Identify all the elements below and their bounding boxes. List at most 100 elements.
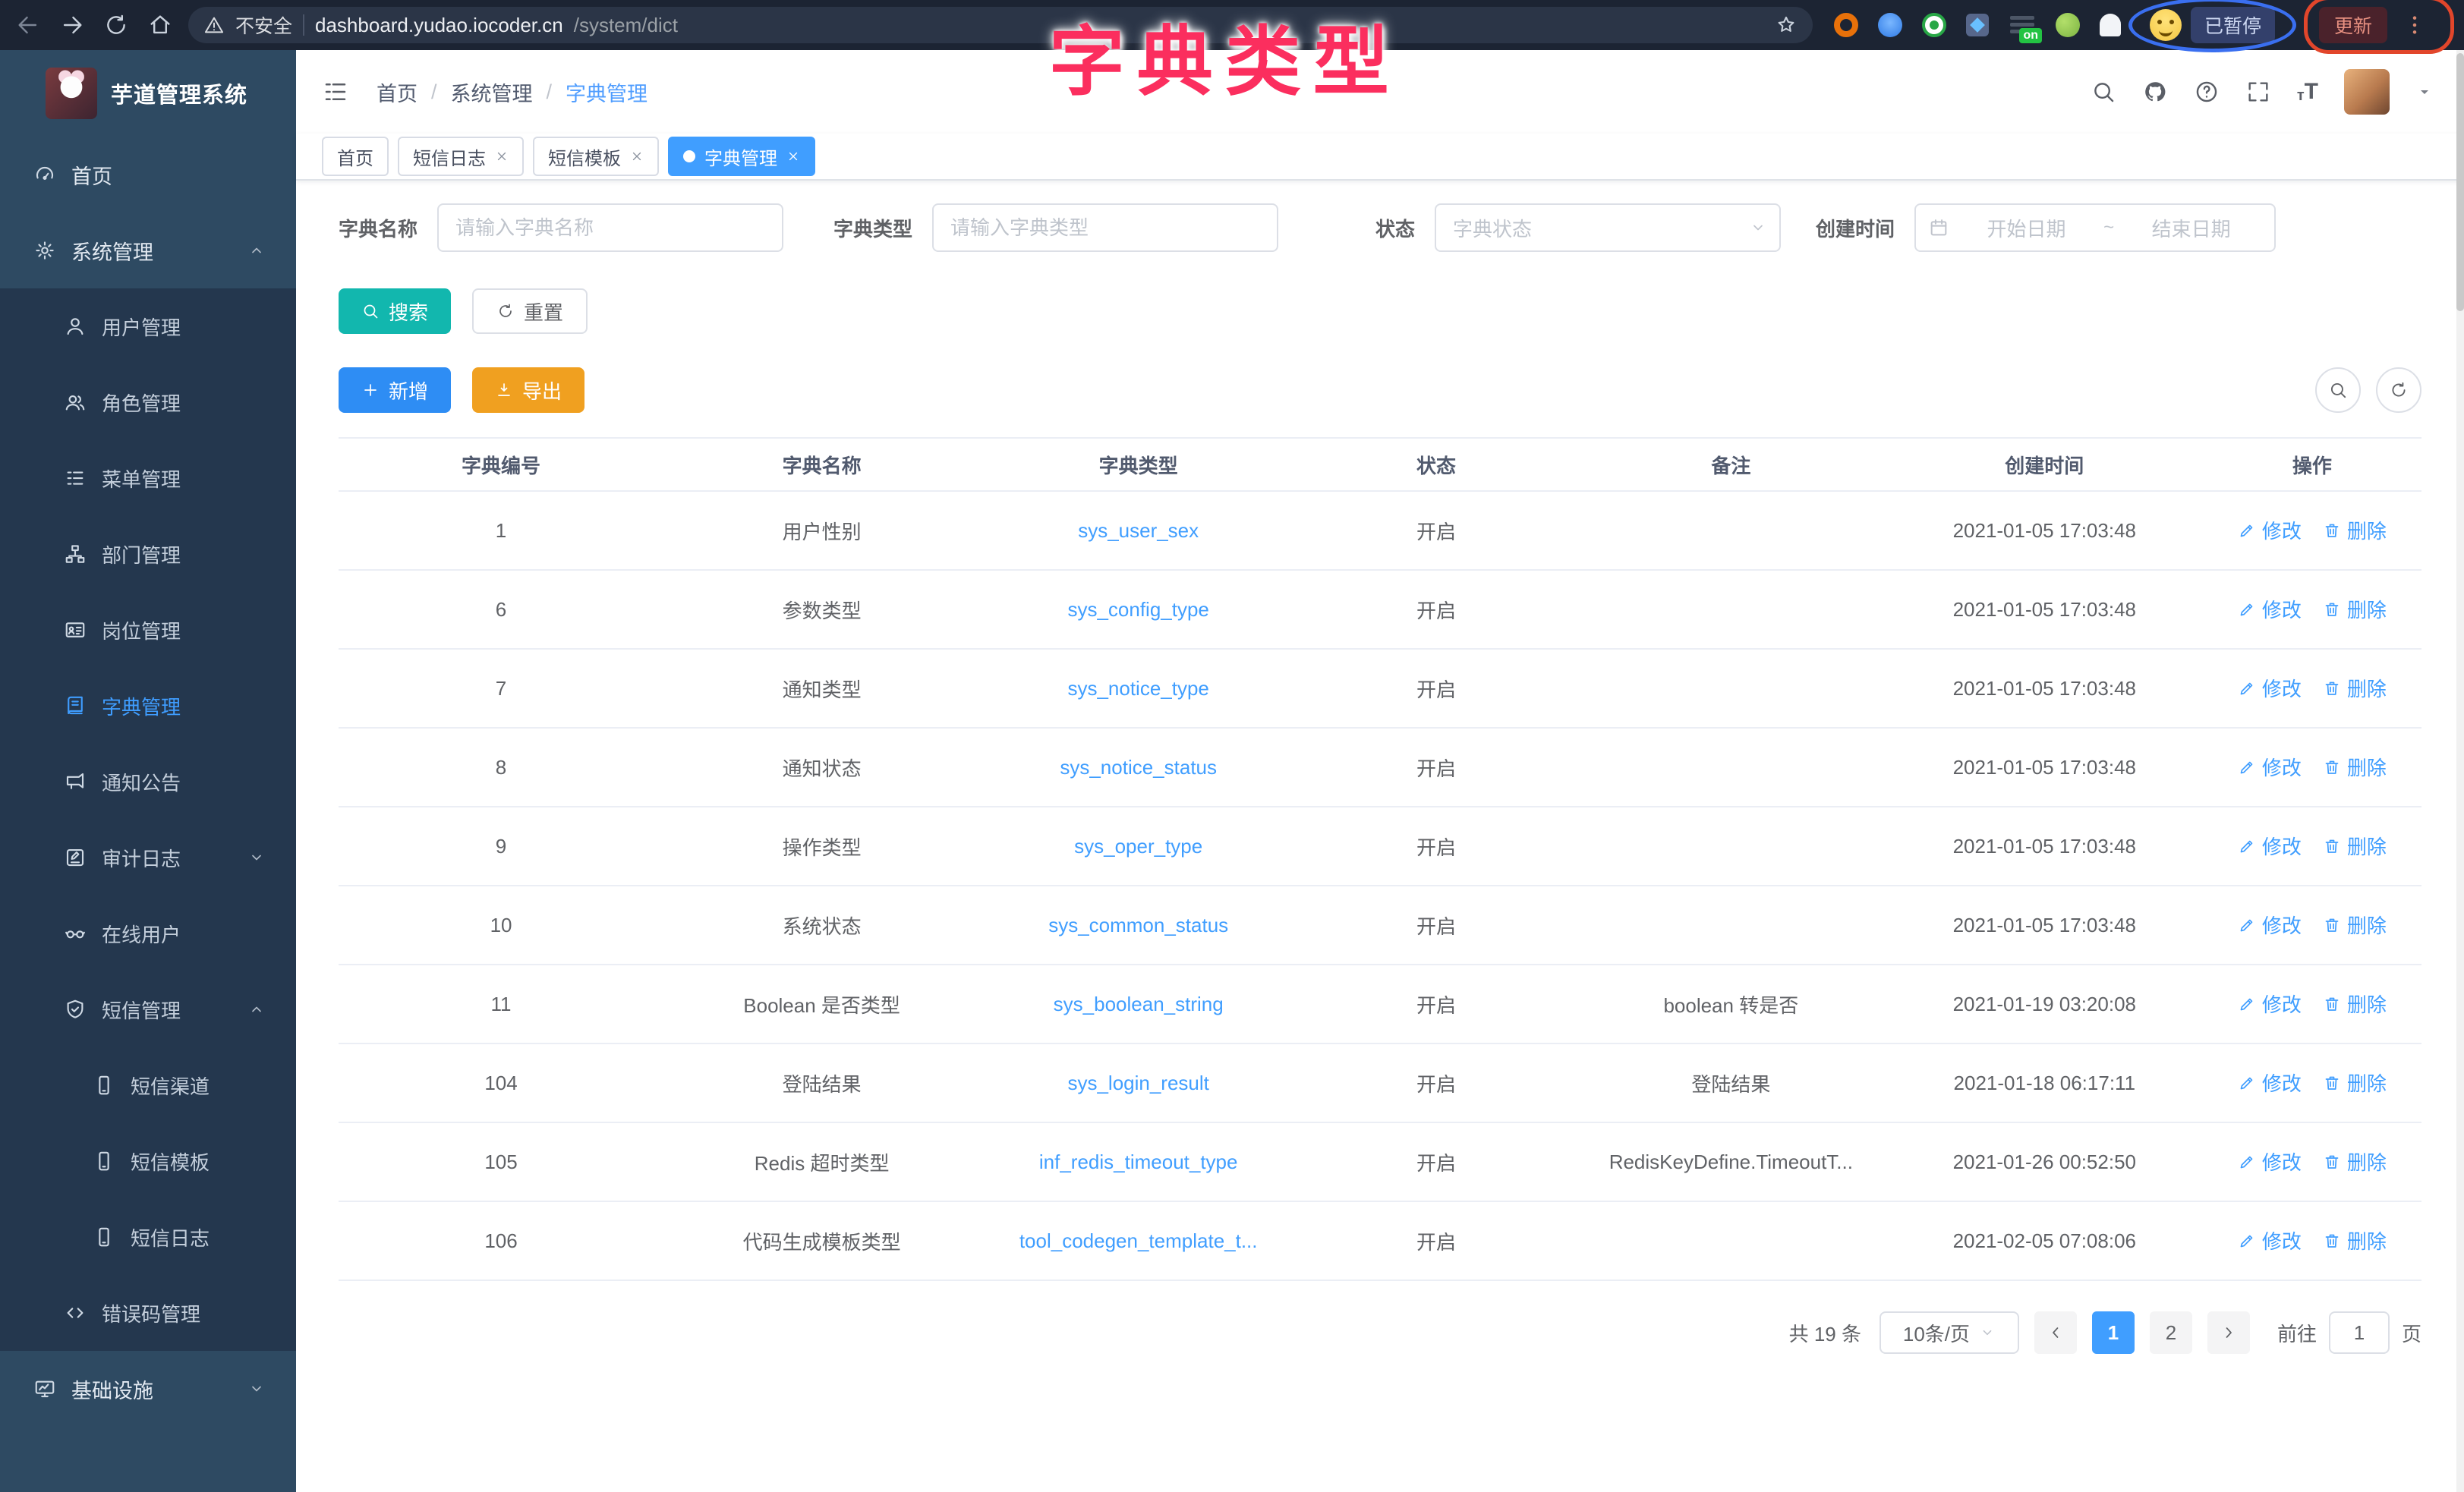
breadcrumb-item[interactable]: 首页: [377, 77, 417, 107]
annotation-title: 字典类型: [1049, 0, 1401, 110]
bookmark-star-icon[interactable]: [1775, 14, 1798, 36]
edit-link[interactable]: 修改: [2238, 753, 2302, 781]
sidebar-item-菜单管理[interactable]: 菜单管理: [0, 440, 296, 516]
show-search-button[interactable]: [2315, 367, 2361, 413]
extension-ghost-icon[interactable]: [2100, 14, 2121, 36]
edit-link[interactable]: 修改: [2238, 516, 2302, 544]
delete-link[interactable]: 删除: [2323, 753, 2387, 781]
breadcrumb-item[interactable]: 系统管理: [451, 77, 533, 107]
edit-link[interactable]: 修改: [2238, 674, 2302, 702]
update-button[interactable]: 更新: [2319, 7, 2387, 43]
search-icon[interactable]: [2091, 79, 2116, 105]
goto-page-input[interactable]: [2329, 1311, 2390, 1354]
prev-page-button[interactable]: [2034, 1311, 2077, 1354]
reset-button[interactable]: 重置: [472, 288, 588, 334]
tab-短信日志[interactable]: 短信日志: [398, 137, 524, 176]
edit-link[interactable]: 修改: [2238, 595, 2302, 623]
delete-link[interactable]: 删除: [2323, 832, 2387, 860]
edit-link[interactable]: 修改: [2238, 1147, 2302, 1176]
fullscreen-icon[interactable]: [2245, 79, 2271, 105]
sidebar-item-字典管理[interactable]: 字典管理: [0, 668, 296, 744]
next-page-button[interactable]: [2207, 1311, 2250, 1354]
edit-link[interactable]: 修改: [2238, 1226, 2302, 1254]
dict-type-link[interactable]: sys_config_type: [1067, 598, 1208, 621]
delete-link[interactable]: 删除: [2323, 911, 2387, 939]
dict-type-link[interactable]: sys_oper_type: [1074, 835, 1202, 858]
extension-orange-icon[interactable]: [1834, 13, 1858, 37]
edit-link[interactable]: 修改: [2238, 911, 2302, 939]
date-range-picker[interactable]: 开始日期 ~ 结束日期: [1914, 203, 2276, 252]
reload-icon[interactable]: [103, 12, 129, 38]
dict-name-input[interactable]: [437, 203, 783, 252]
sidebar-item-基础设施[interactable]: 基础设施: [0, 1351, 296, 1427]
page-size-select[interactable]: 10条/页: [1880, 1311, 2019, 1354]
dict-type-input[interactable]: [932, 203, 1278, 252]
delete-link[interactable]: 删除: [2323, 1147, 2387, 1176]
extension-leaf-icon[interactable]: [2056, 13, 2080, 37]
sidebar-item-通知公告[interactable]: 通知公告: [0, 744, 296, 820]
delete-link[interactable]: 删除: [2323, 674, 2387, 702]
sidebar-toggle-icon[interactable]: [322, 78, 349, 105]
tab-短信模板[interactable]: 短信模板: [533, 137, 659, 176]
profile-paused-badge[interactable]: 已暂停: [2141, 4, 2284, 46]
extension-notes-icon[interactable]: [1966, 14, 1989, 36]
font-size-icon[interactable]: тT: [2297, 80, 2318, 103]
extension-green-circle-icon[interactable]: [1922, 13, 1946, 37]
extension-vpn-icon[interactable]: on: [2009, 13, 2036, 37]
sidebar-item-短信渠道[interactable]: 短信渠道: [0, 1047, 296, 1123]
delete-link[interactable]: 删除: [2323, 516, 2387, 544]
export-button[interactable]: 导出: [472, 367, 584, 413]
user-avatar[interactable]: [2344, 69, 2390, 115]
sidebar-item-短信管理[interactable]: 短信管理: [0, 971, 296, 1047]
edit-link[interactable]: 修改: [2238, 1069, 2302, 1097]
avatar-caret-down-icon[interactable]: [2415, 83, 2434, 101]
sidebar-item-首页[interactable]: 首页: [0, 137, 296, 212]
dict-type-link[interactable]: inf_redis_timeout_type: [1039, 1150, 1238, 1173]
dict-type-link[interactable]: sys_notice_status: [1060, 756, 1217, 779]
refresh-table-button[interactable]: [2376, 367, 2421, 413]
status-select[interactable]: 字典状态: [1435, 203, 1781, 252]
help-icon[interactable]: [2194, 79, 2220, 105]
close-icon[interactable]: [495, 150, 509, 163]
page-button-1[interactable]: 1: [2092, 1311, 2135, 1354]
edit-link[interactable]: 修改: [2238, 990, 2302, 1018]
sidebar-item-角色管理[interactable]: 角色管理: [0, 364, 296, 440]
sidebar-item-审计日志[interactable]: 审计日志: [0, 820, 296, 896]
cell-ops: 修改删除: [2203, 1043, 2421, 1122]
delete-link[interactable]: 删除: [2323, 1069, 2387, 1097]
sidebar-item-部门管理[interactable]: 部门管理: [0, 516, 296, 592]
delete-link[interactable]: 删除: [2323, 990, 2387, 1018]
search-button[interactable]: 搜索: [339, 288, 451, 334]
dict-type-link[interactable]: sys_notice_type: [1067, 677, 1208, 700]
dict-type-link[interactable]: sys_login_result: [1067, 1072, 1208, 1094]
github-icon[interactable]: [2142, 79, 2168, 105]
delete-link[interactable]: 删除: [2323, 595, 2387, 623]
scrollbar-thumb[interactable]: [2456, 53, 2464, 311]
tab-字典管理[interactable]: 字典管理: [668, 137, 815, 176]
close-icon[interactable]: [630, 150, 644, 163]
cell-remark: [1576, 1201, 1886, 1280]
add-button[interactable]: 新增: [339, 367, 451, 413]
delete-link[interactable]: 删除: [2323, 1226, 2387, 1254]
sidebar-item-系统管理[interactable]: 系统管理: [0, 212, 296, 288]
dict-type-link[interactable]: sys_user_sex: [1078, 519, 1199, 542]
forward-icon[interactable]: [59, 12, 85, 38]
close-icon[interactable]: [786, 150, 800, 163]
browser-menu-dots-icon[interactable]: [2403, 13, 2427, 37]
dict-type-link[interactable]: tool_codegen_template_t...: [1019, 1229, 1258, 1252]
sidebar-item-在线用户[interactable]: 在线用户: [0, 896, 296, 971]
sidebar-item-错误码管理[interactable]: 错误码管理: [0, 1275, 296, 1351]
sidebar-item-用户管理[interactable]: 用户管理: [0, 288, 296, 364]
home-icon[interactable]: [147, 12, 173, 38]
extension-blue-icon[interactable]: [1878, 13, 1902, 37]
sidebar-item-短信模板[interactable]: 短信模板: [0, 1123, 296, 1199]
sidebar-item-短信日志[interactable]: 短信日志: [0, 1199, 296, 1275]
dict-type-link[interactable]: sys_boolean_string: [1054, 993, 1224, 1015]
dict-type-link[interactable]: sys_common_status: [1048, 914, 1228, 936]
edit-link[interactable]: 修改: [2238, 832, 2302, 860]
sidebar-item-岗位管理[interactable]: 岗位管理: [0, 592, 296, 668]
back-icon[interactable]: [15, 12, 41, 38]
tab-首页[interactable]: 首页: [322, 137, 389, 176]
address-bar[interactable]: 不安全 dashboard.yudao.iocoder.cn /system/d…: [188, 7, 1813, 43]
page-button-2[interactable]: 2: [2150, 1311, 2192, 1354]
